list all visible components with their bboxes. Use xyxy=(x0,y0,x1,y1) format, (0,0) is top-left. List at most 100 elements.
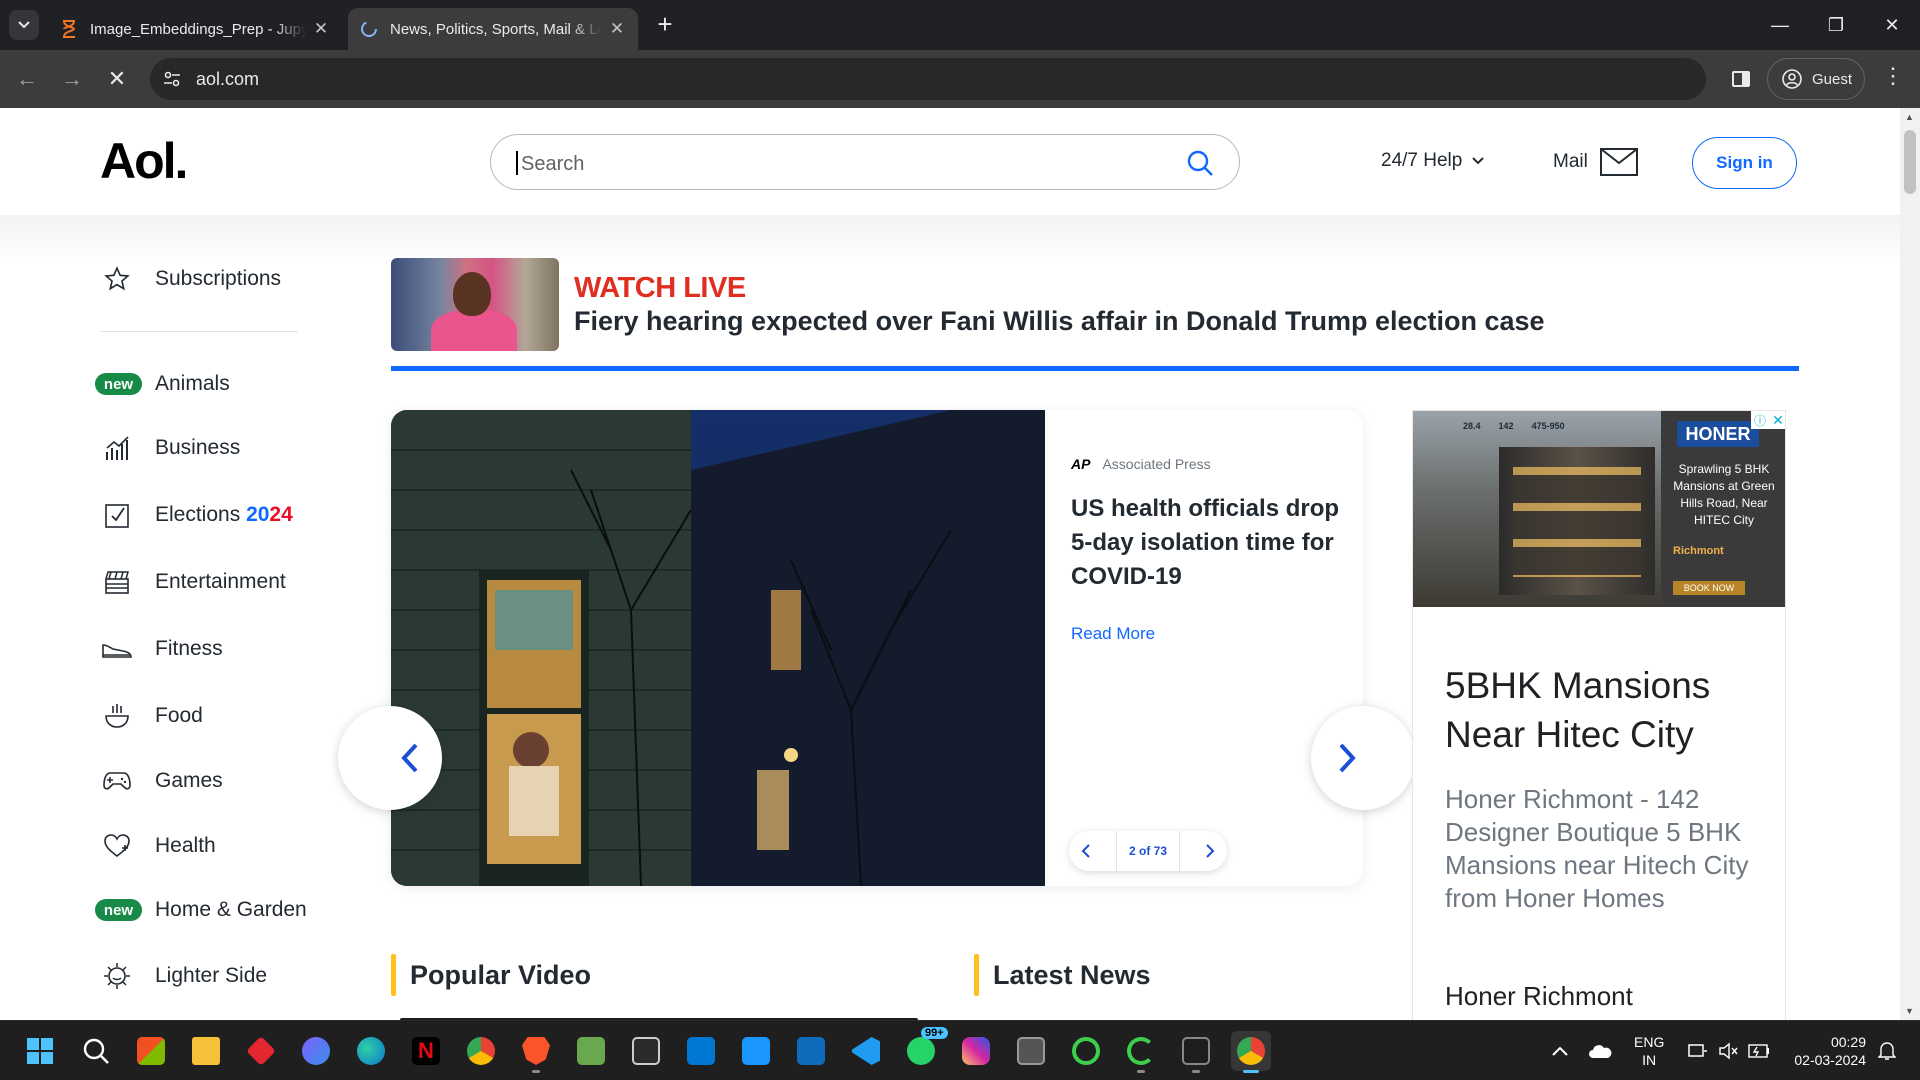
instagram-icon[interactable] xyxy=(956,1031,996,1071)
close-window-icon[interactable]: ✕ xyxy=(1864,0,1920,50)
app-window-icon[interactable] xyxy=(1011,1031,1051,1071)
close-tab-icon[interactable]: ✕ xyxy=(608,19,626,39)
nav-games[interactable]: Games xyxy=(0,761,320,801)
carousel-next-button[interactable] xyxy=(1311,706,1415,810)
elections-year: 2024 xyxy=(246,503,293,526)
aol-logo[interactable]: Aol. xyxy=(100,132,188,190)
chrome-active-icon[interactable] xyxy=(1231,1031,1271,1073)
scroll-up-icon[interactable]: ▲ xyxy=(1905,112,1914,122)
side-panel-icon[interactable] xyxy=(1726,64,1756,94)
stop-loading-icon[interactable]: ✕ xyxy=(100,62,134,96)
ad-stat: 475-950 xyxy=(1531,421,1565,431)
clock-date: 02-03-2024 xyxy=(1794,1052,1866,1068)
app-ring-icon-2[interactable] xyxy=(1121,1031,1161,1073)
nav-subscriptions[interactable]: Subscriptions xyxy=(0,259,320,299)
forward-icon[interactable]: → xyxy=(55,62,89,96)
pager-next-icon[interactable] xyxy=(1205,844,1215,858)
tab-search-dropdown[interactable] xyxy=(9,10,39,40)
adchoices-icon[interactable]: ⓘ xyxy=(1751,411,1769,429)
nav-label: Games xyxy=(155,769,223,792)
mail-link[interactable]: Mail xyxy=(1553,148,1638,176)
close-tab-icon[interactable]: ✕ xyxy=(312,19,330,39)
terminal-icon-2[interactable] xyxy=(1176,1031,1216,1073)
taskbar-search-icon[interactable] xyxy=(76,1031,116,1071)
nav-entertainment[interactable]: Entertainment xyxy=(0,562,320,602)
prime-video-icon[interactable] xyxy=(736,1031,776,1071)
onedrive-icon[interactable] xyxy=(1588,1021,1612,1080)
carousel-prev-button[interactable] xyxy=(338,706,442,810)
tab-jupyter[interactable]: Image_Embeddings_Prep - Jupyter ✕ xyxy=(48,8,342,50)
section-accent xyxy=(974,954,979,996)
hero-image[interactable] xyxy=(391,410,1045,886)
clock[interactable]: 00:29 02-03-2024 xyxy=(1786,1033,1866,1069)
scrollbar-thumb[interactable] xyxy=(1904,130,1916,194)
hero-carousel: AP Associated Press US health officials … xyxy=(391,410,1363,886)
story-headline[interactable]: US health officials drop 5-day isolation… xyxy=(1071,492,1341,594)
read-more-link[interactable]: Read More xyxy=(1071,624,1155,644)
search-placeholder: Search xyxy=(521,153,585,175)
app-ring-icon[interactable] xyxy=(1066,1031,1106,1071)
back-icon[interactable]: ← xyxy=(10,62,44,96)
profile-button[interactable]: Guest xyxy=(1767,58,1865,100)
ad-title[interactable]: 5BHK Mansions Near Hitec City xyxy=(1445,661,1765,759)
nav-animals[interactable]: new Animals xyxy=(0,364,320,404)
app-red-icon[interactable] xyxy=(241,1031,281,1071)
edge-icon[interactable] xyxy=(351,1031,391,1071)
app-purple-icon[interactable] xyxy=(296,1031,336,1071)
pager-prev-icon[interactable] xyxy=(1081,844,1091,858)
ad-image[interactable]: 28.4 142 475-950 HONER Sprawling 5 BHK M… xyxy=(1413,411,1785,607)
bowl-icon xyxy=(100,699,134,733)
store-icon[interactable] xyxy=(131,1031,171,1071)
page-scrollbar[interactable]: ▲ ▼ xyxy=(1900,108,1920,1020)
advertisement[interactable]: 28.4 142 475-950 HONER Sprawling 5 BHK M… xyxy=(1412,410,1786,1020)
minimize-icon[interactable]: — xyxy=(1752,0,1808,50)
app-green-icon[interactable] xyxy=(571,1031,611,1071)
nav-home-garden[interactable]: new Home & Garden xyxy=(0,890,320,930)
chevron-down-icon xyxy=(18,21,30,29)
search-icon[interactable] xyxy=(1186,149,1214,177)
volume-muted-icon[interactable] xyxy=(1718,1021,1738,1080)
address-bar[interactable]: aol.com xyxy=(150,58,1706,100)
ad-close-icon[interactable]: ✕ xyxy=(1769,411,1785,429)
hero-story-panel: AP Associated Press US health officials … xyxy=(1045,410,1363,886)
ad-advertiser[interactable]: Honer Richmont xyxy=(1445,981,1633,1012)
watch-live-banner[interactable]: WATCH LIVE Fiery hearing expected over F… xyxy=(391,258,1799,364)
help-menu[interactable]: 24/7 Help xyxy=(1381,150,1485,172)
more-menu-icon[interactable]: ⋮ xyxy=(1882,63,1904,89)
netflix-icon[interactable]: N xyxy=(406,1031,446,1071)
ad-book-now[interactable]: BOOK NOW xyxy=(1673,581,1745,595)
ad-description: Honer Richmont - 142 Designer Boutique 5… xyxy=(1445,784,1749,913)
search-box[interactable]: Search xyxy=(490,134,1240,190)
scroll-down-icon[interactable]: ▼ xyxy=(1905,1006,1914,1016)
brave-icon[interactable] xyxy=(516,1031,556,1073)
nav-fitness[interactable]: Fitness xyxy=(0,629,320,669)
vscode-icon[interactable] xyxy=(846,1031,886,1071)
new-tab-button[interactable]: + xyxy=(650,9,680,39)
nav-elections[interactable]: Elections 2024 xyxy=(0,495,320,535)
whatsapp-icon[interactable]: 99+ xyxy=(901,1027,948,1071)
restore-icon[interactable]: ❐ xyxy=(1808,0,1864,50)
nav-health[interactable]: Health xyxy=(0,826,320,866)
url-text: aol.com xyxy=(196,69,260,89)
sign-in-button[interactable]: Sign in xyxy=(1692,137,1797,189)
chrome-icon[interactable] xyxy=(461,1031,501,1071)
nav-lighter-side[interactable]: Lighter Side xyxy=(0,956,320,996)
nav-food[interactable]: Food xyxy=(0,696,320,736)
nav-label: Business xyxy=(155,436,241,459)
network-icon[interactable] xyxy=(1688,1021,1708,1080)
language-indicator[interactable]: ENG IN xyxy=(1634,1033,1664,1069)
watch-live-thumbnail[interactable] xyxy=(391,258,559,351)
notification-bell-icon[interactable] xyxy=(1878,1021,1896,1080)
windows-start-icon[interactable] xyxy=(20,1031,60,1071)
terminal-icon[interactable] xyxy=(626,1031,666,1071)
watch-live-headline[interactable]: Fiery hearing expected over Fani Willis … xyxy=(574,306,1545,337)
battery-icon[interactable] xyxy=(1748,1021,1770,1080)
app-blue-icon[interactable] xyxy=(681,1031,721,1071)
site-settings-icon[interactable] xyxy=(162,69,182,89)
show-hidden-icons[interactable] xyxy=(1552,1021,1568,1080)
outlook-icon[interactable] xyxy=(791,1031,831,1071)
file-explorer-icon[interactable] xyxy=(186,1031,226,1071)
tab-aol[interactable]: News, Politics, Sports, Mail & Latest ✕ xyxy=(348,8,638,50)
nav-business[interactable]: Business xyxy=(0,428,320,468)
new-badge: new xyxy=(95,373,142,395)
